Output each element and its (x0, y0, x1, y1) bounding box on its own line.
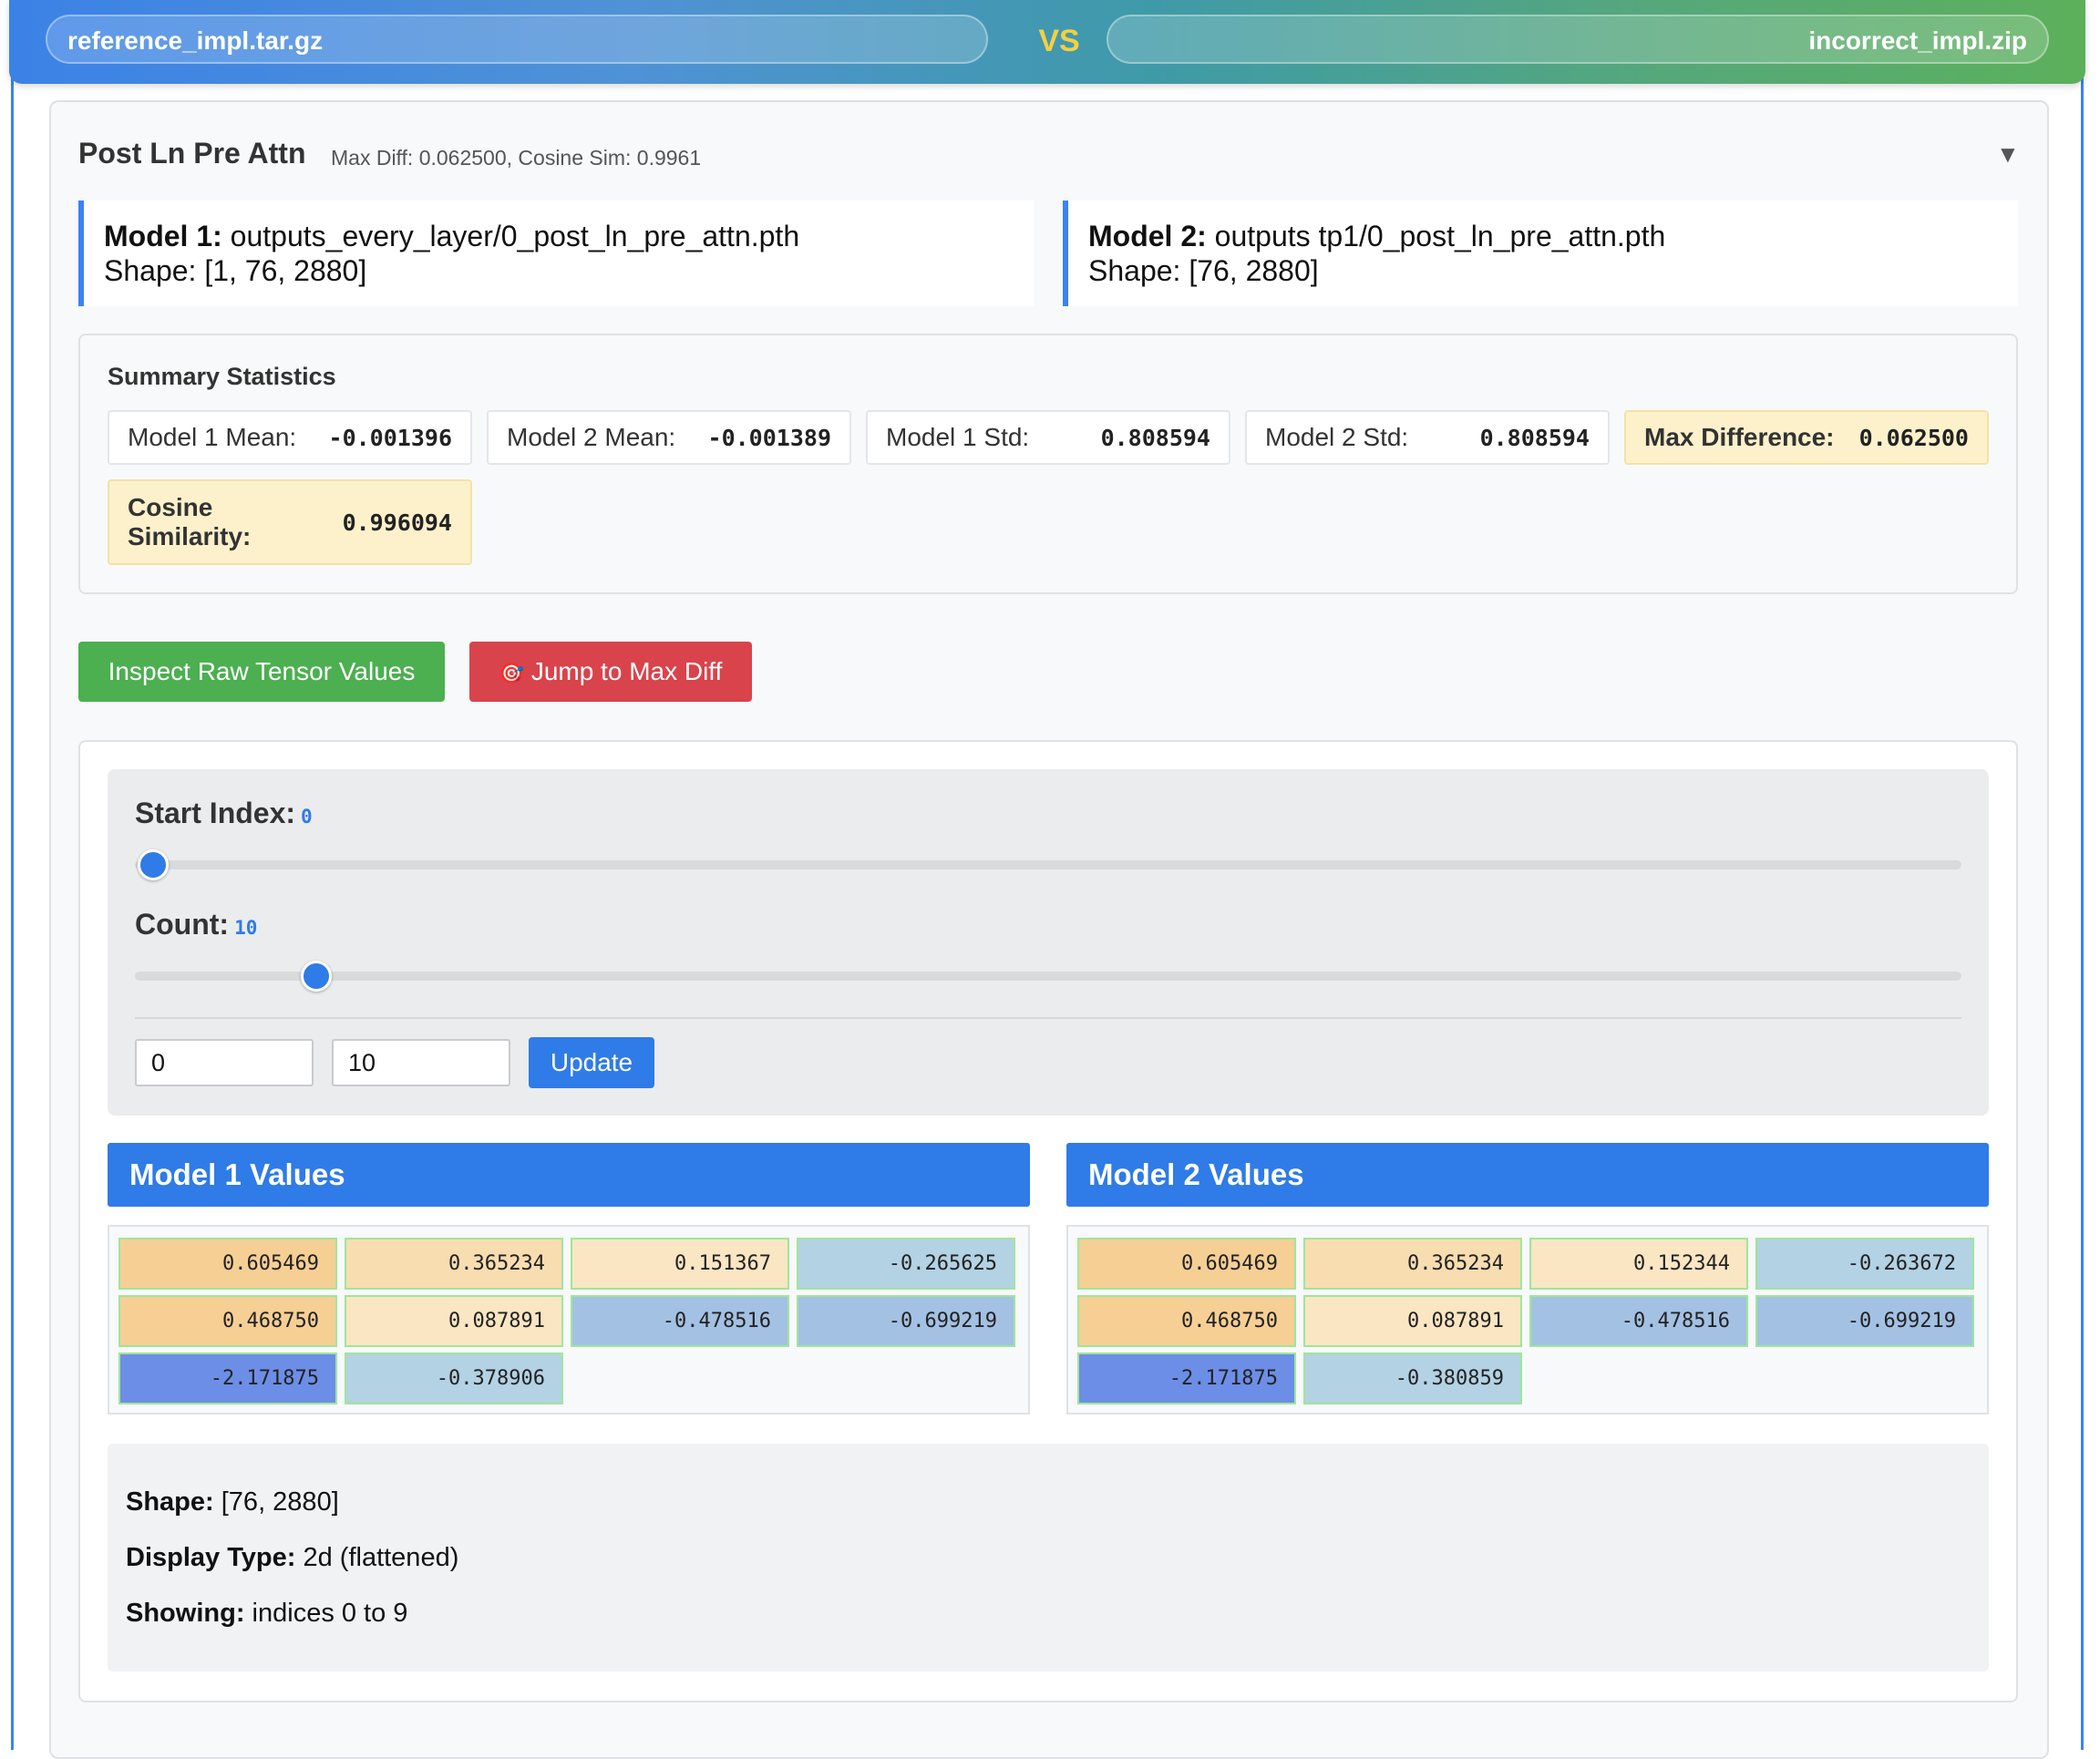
value-cell[interactable]: -0.699219 (797, 1295, 1015, 1347)
stat-value: -0.001389 (707, 424, 831, 451)
stat-label: Model 1 Std: (886, 423, 1030, 451)
value-cell[interactable]: 0.605469 (1077, 1238, 1296, 1290)
value-cell[interactable]: -0.263672 (1755, 1238, 1974, 1290)
count-value: 10 (234, 917, 258, 939)
model2-info-card: Model 2: outputs tp1/0_post_ln_pre_attn.… (1063, 201, 2018, 306)
stat-model2-std: Model 2 Std: 0.808594 (1245, 410, 1610, 465)
info-display-type-label: Display Type: (126, 1543, 296, 1572)
target-icon: 🎯 (499, 662, 525, 684)
stat-label: Model 2 Std: (1265, 423, 1409, 451)
stat-max-difference: Max Difference: 0.062500 (1624, 410, 1989, 465)
info-display-type-value: 2d (flattened) (303, 1543, 459, 1572)
count-input[interactable] (332, 1039, 510, 1086)
stat-label: Max Difference: (1644, 423, 1835, 451)
count-slider-track[interactable] (135, 972, 1961, 981)
value-cell[interactable]: -0.699219 (1755, 1295, 1974, 1347)
model1-shape-label: Shape: (104, 254, 197, 287)
stat-model1-mean: Model 1 Mean: -0.001396 (108, 410, 472, 465)
value-cell[interactable]: 0.468750 (118, 1295, 337, 1347)
vs-label: VS (1038, 24, 1080, 58)
value-cell[interactable]: 0.605469 (118, 1238, 337, 1290)
start-index-slider-thumb[interactable] (138, 849, 169, 880)
start-index-slider-track[interactable] (135, 860, 1961, 869)
model1-info-card: Model 1: outputs_every_layer/0_post_ln_p… (78, 201, 1034, 306)
incorrect-file-selector[interactable]: incorrect_impl.zip (1107, 15, 2049, 64)
stat-model1-std: Model 1 Std: 0.808594 (866, 410, 1230, 465)
model1-shape: [1, 76, 2880] (204, 254, 367, 287)
model2-shape: [76, 2880] (1189, 254, 1319, 287)
stat-value: 0.808594 (1100, 424, 1210, 451)
model2-values-header: Model 2 Values (1066, 1143, 1989, 1207)
model2-label: Model 2: (1088, 220, 1207, 252)
jump-to-max-diff-label: Jump to Max Diff (530, 657, 723, 685)
value-cell[interactable]: 0.152344 (1529, 1238, 1748, 1290)
stat-value: 0.808594 (1479, 424, 1590, 451)
stat-label: Model 1 Mean: (128, 423, 297, 451)
value-cell[interactable]: -2.171875 (118, 1353, 337, 1404)
jump-to-max-diff-button[interactable]: 🎯 Jump to Max Diff (469, 642, 752, 702)
controls-divider (135, 1017, 1961, 1019)
stat-value: 0.996094 (342, 509, 452, 536)
value-cell[interactable]: 0.365234 (1303, 1238, 1522, 1290)
value-cell[interactable]: 0.468750 (1077, 1295, 1296, 1347)
stat-value: 0.062500 (1858, 424, 1969, 451)
summary-statistics-title: Summary Statistics (108, 363, 336, 390)
start-index-value: 0 (301, 806, 313, 828)
start-index-label: Start Index: 0 (135, 797, 313, 830)
start-index-text: Start Index: (135, 797, 296, 829)
count-text: Count: (135, 908, 230, 941)
info-showing-value: indices 0 to 9 (252, 1599, 408, 1628)
value-cell[interactable]: -0.380859 (1303, 1353, 1522, 1404)
value-cell[interactable]: -0.478516 (1529, 1295, 1748, 1347)
info-shape: Shape: [76, 2880] (126, 1487, 339, 1517)
count-label: Count: 10 (135, 908, 257, 941)
info-shape-value: [76, 2880] (221, 1487, 339, 1517)
info-shape-label: Shape: (126, 1487, 214, 1517)
layer-title[interactable]: Post Ln Pre Attn (78, 137, 305, 170)
stat-label: Cosine Similarity: (128, 493, 252, 550)
stat-value: -0.001396 (328, 424, 452, 451)
stat-model2-mean: Model 2 Mean: -0.001389 (487, 410, 851, 465)
reference-file-selector[interactable]: reference_impl.tar.gz (46, 15, 988, 64)
stat-cosine-similarity: Cosine Similarity: 0.996094 (108, 479, 472, 565)
model1-path: outputs_every_layer/0_post_ln_pre_attn.p… (230, 220, 800, 252)
info-showing-label: Showing: (126, 1599, 245, 1628)
model2-path: outputs tp1/0_post_ln_pre_attn.pth (1214, 220, 1666, 252)
value-cell[interactable]: 0.087891 (345, 1295, 563, 1347)
value-cell[interactable]: 0.365234 (345, 1238, 563, 1290)
model1-label: Model 1: (104, 220, 222, 252)
layer-summary-meta: Max Diff: 0.062500, Cosine Sim: 0.9961 (331, 146, 702, 170)
update-button[interactable]: Update (529, 1037, 654, 1088)
collapse-arrow-icon[interactable]: ▼ (1996, 140, 2020, 169)
value-cell[interactable]: -0.478516 (571, 1295, 789, 1347)
value-cell[interactable]: -0.265625 (797, 1238, 1015, 1290)
model1-values-header: Model 1 Values (108, 1143, 1030, 1207)
info-display-type: Display Type: 2d (flattened) (126, 1543, 458, 1573)
comparison-header: reference_impl.tar.gz VS incorrect_impl.… (9, 0, 2085, 84)
info-showing: Showing: indices 0 to 9 (126, 1599, 407, 1629)
value-cell[interactable]: -0.378906 (345, 1353, 563, 1404)
inspect-raw-tensor-button[interactable]: Inspect Raw Tensor Values (78, 642, 445, 702)
value-cell[interactable]: 0.087891 (1303, 1295, 1522, 1347)
value-cell[interactable]: 0.151367 (571, 1238, 789, 1290)
start-index-input[interactable] (135, 1039, 314, 1086)
stat-label: Model 2 Mean: (507, 423, 676, 451)
model2-shape-label: Shape: (1088, 254, 1181, 287)
value-cell[interactable]: -2.171875 (1077, 1353, 1296, 1404)
count-slider-thumb[interactable] (301, 961, 332, 992)
